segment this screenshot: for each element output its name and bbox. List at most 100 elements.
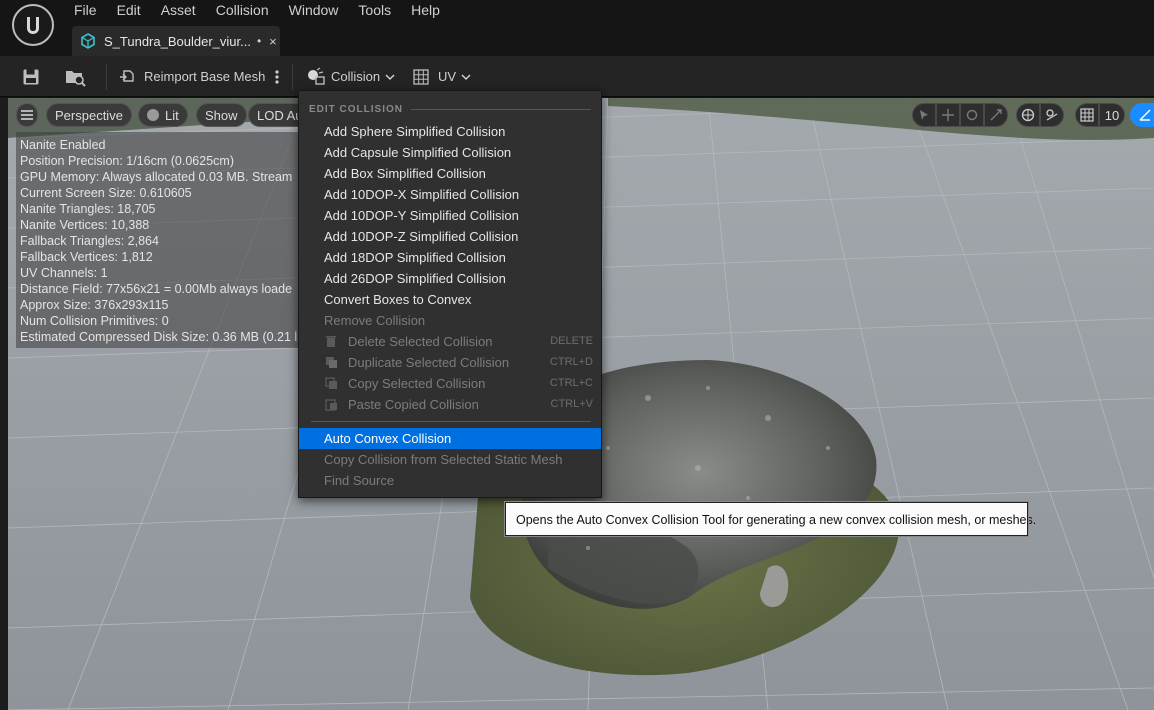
menu-file[interactable]: File	[64, 0, 107, 20]
info-line: Nanite Triangles: 18,705	[20, 202, 156, 216]
title-bar: File Edit Asset Collision Window Tools H…	[0, 0, 1154, 56]
coordinate-system-button[interactable]	[1016, 103, 1040, 127]
move-arrows-icon	[942, 109, 954, 121]
save-icon	[23, 69, 39, 84]
add-sphere-collision-item[interactable]: Add Sphere Simplified Collision	[299, 121, 601, 142]
tooltip: Opens the Auto Convex Collision Tool for…	[504, 501, 1036, 537]
info-line: Nanite Enabled	[20, 138, 106, 152]
add-10dop-z-collision-item[interactable]: Add 10DOP-Z Simplified Collision	[299, 226, 601, 247]
copy-collision-from-mesh-item[interactable]: Copy Collision from Selected Static Mesh	[299, 449, 601, 470]
translate-tool-button[interactable]	[936, 103, 960, 127]
add-26dop-collision-item[interactable]: Add 26DOP Simplified Collision	[299, 268, 601, 289]
grid-icon	[1080, 108, 1094, 122]
tab-label: S_Tundra_Boulder_viur...	[104, 33, 251, 49]
grid-snap-value[interactable]: 10	[1099, 103, 1125, 127]
uv-grid-icon	[413, 68, 429, 85]
menu-tools[interactable]: Tools	[348, 0, 401, 20]
menu-collision[interactable]: Collision	[206, 0, 279, 20]
add-box-collision-item[interactable]: Add Box Simplified Collision	[299, 163, 601, 184]
delete-selected-collision-item[interactable]: Delete Selected Collision DELETE	[299, 331, 601, 352]
info-line: Fallback Triangles: 2,864	[20, 234, 159, 248]
reimport-label: Reimport Base Mesh	[144, 69, 266, 84]
unreal-logo-icon[interactable]	[12, 4, 54, 46]
add-18dop-collision-item[interactable]: Add 18DOP Simplified Collision	[299, 247, 601, 268]
info-line: UV Channels: 1	[20, 266, 108, 280]
info-line: Current Screen Size: 0.610605	[20, 186, 192, 200]
snap-tools	[1016, 103, 1064, 127]
static-mesh-icon	[81, 33, 95, 49]
shortcut-label: CTRL+D	[549, 356, 593, 368]
surface-snap-button[interactable]	[1040, 103, 1064, 127]
select-tool-button[interactable]	[912, 103, 936, 127]
chevron-down-icon	[461, 73, 471, 80]
cursor-arrow-icon	[920, 110, 928, 120]
scale-icon	[990, 109, 1002, 121]
viewport-options-button[interactable]	[16, 103, 38, 127]
tab-close-button[interactable]: ×	[269, 34, 277, 49]
lod-button[interactable]: LOD Au	[248, 103, 306, 127]
collision-label: Collision	[331, 69, 381, 84]
remove-collision-item[interactable]: Remove Collision	[299, 310, 601, 331]
info-line: Distance Field: 77x56x21 = 0.00Mb always…	[20, 282, 293, 296]
mesh-stats-panel: Nanite Enabled Position Precision: 1/16c…	[16, 132, 306, 348]
add-10dop-y-collision-item[interactable]: Add 10DOP-Y Simplified Collision	[299, 205, 601, 226]
menu-item-label: Delete Selected Collision	[348, 334, 493, 349]
trash-icon	[326, 336, 336, 347]
paste-copied-collision-item[interactable]: Paste Copied Collision CTRL+V	[299, 394, 601, 415]
convert-boxes-to-convex-item[interactable]: Convert Boxes to Convex	[299, 289, 601, 310]
collision-dropdown-menu: EDIT COLLISION Add Sphere Simplified Col…	[298, 90, 602, 498]
surface-snap-icon	[1046, 109, 1058, 121]
add-capsule-collision-item[interactable]: Add Capsule Simplified Collision	[299, 142, 601, 163]
info-line: Position Precision: 1/16cm (0.0625cm)	[20, 154, 234, 168]
auto-convex-collision-item[interactable]: Auto Convex Collision	[299, 428, 601, 449]
angle-snap-toggle[interactable]	[1130, 103, 1154, 127]
info-line: Estimated Compressed Disk Size: 0.36 MB …	[20, 330, 298, 344]
rotate-tool-button[interactable]	[960, 103, 984, 127]
info-line: Nanite Vertices: 10,388	[20, 218, 150, 232]
menu-edit[interactable]: Edit	[107, 0, 151, 20]
reimport-base-mesh-button[interactable]: Reimport Base Mesh	[118, 56, 265, 97]
info-line: Num Collision Primitives: 0	[20, 314, 169, 328]
scale-tool-button[interactable]	[984, 103, 1008, 127]
globe-icon	[1021, 108, 1035, 122]
menu-divider	[411, 108, 591, 110]
menu-bar: File Edit Asset Collision Window Tools H…	[64, 0, 450, 20]
reimport-options-button[interactable]	[274, 56, 280, 97]
uv-label: UV	[438, 69, 457, 84]
shortcut-label: CTRL+V	[550, 398, 594, 410]
find-source-item[interactable]: Find Source	[299, 470, 601, 491]
perspective-button[interactable]: Perspective	[46, 103, 132, 127]
menu-window[interactable]: Window	[279, 0, 349, 20]
info-line: Approx Size: 376x293x115	[20, 298, 169, 312]
grid-snap-toggle[interactable]	[1075, 103, 1099, 127]
duplicate-selected-collision-item[interactable]: Duplicate Selected Collision CTRL+D	[299, 352, 601, 373]
menu-asset[interactable]: Asset	[151, 0, 206, 20]
save-button[interactable]	[22, 56, 40, 97]
folder-search-icon	[66, 70, 86, 87]
menu-help[interactable]: Help	[401, 0, 450, 20]
copy-selected-collision-item[interactable]: Copy Selected Collision CTRL+C	[299, 373, 601, 394]
show-button[interactable]: Show	[196, 103, 247, 127]
add-10dop-x-collision-item[interactable]: Add 10DOP-X Simplified Collision	[299, 184, 601, 205]
unsaved-indicator: •	[256, 34, 262, 48]
duplicate-icon	[326, 357, 337, 368]
reimport-icon	[120, 69, 134, 82]
shortcut-label: DELETE	[550, 335, 593, 347]
asset-tab[interactable]: S_Tundra_Boulder_viur... • ×	[72, 26, 280, 56]
menu-item-label: Duplicate Selected Collision	[348, 355, 510, 370]
copy-icon	[325, 377, 337, 389]
info-line: GPU Memory: Always allocated 0.03 MB. St…	[20, 170, 293, 184]
hamburger-menu-icon	[21, 110, 33, 120]
view-mode-button[interactable]: Lit	[138, 103, 188, 127]
menu-item-label: Paste Copied Collision	[348, 397, 479, 412]
lit-label: Lit	[165, 107, 179, 123]
menu-item-label: Copy Selected Collision	[348, 376, 486, 391]
viewport-left-border	[0, 98, 8, 710]
toolbar-divider	[292, 64, 293, 90]
shortcut-label: CTRL+C	[549, 377, 593, 389]
browse-asset-button[interactable]	[64, 56, 88, 97]
toolbar-divider	[106, 64, 107, 90]
menu-divider	[311, 421, 591, 422]
rotate-icon	[966, 109, 978, 121]
menu-section-title: EDIT COLLISION	[309, 103, 403, 115]
